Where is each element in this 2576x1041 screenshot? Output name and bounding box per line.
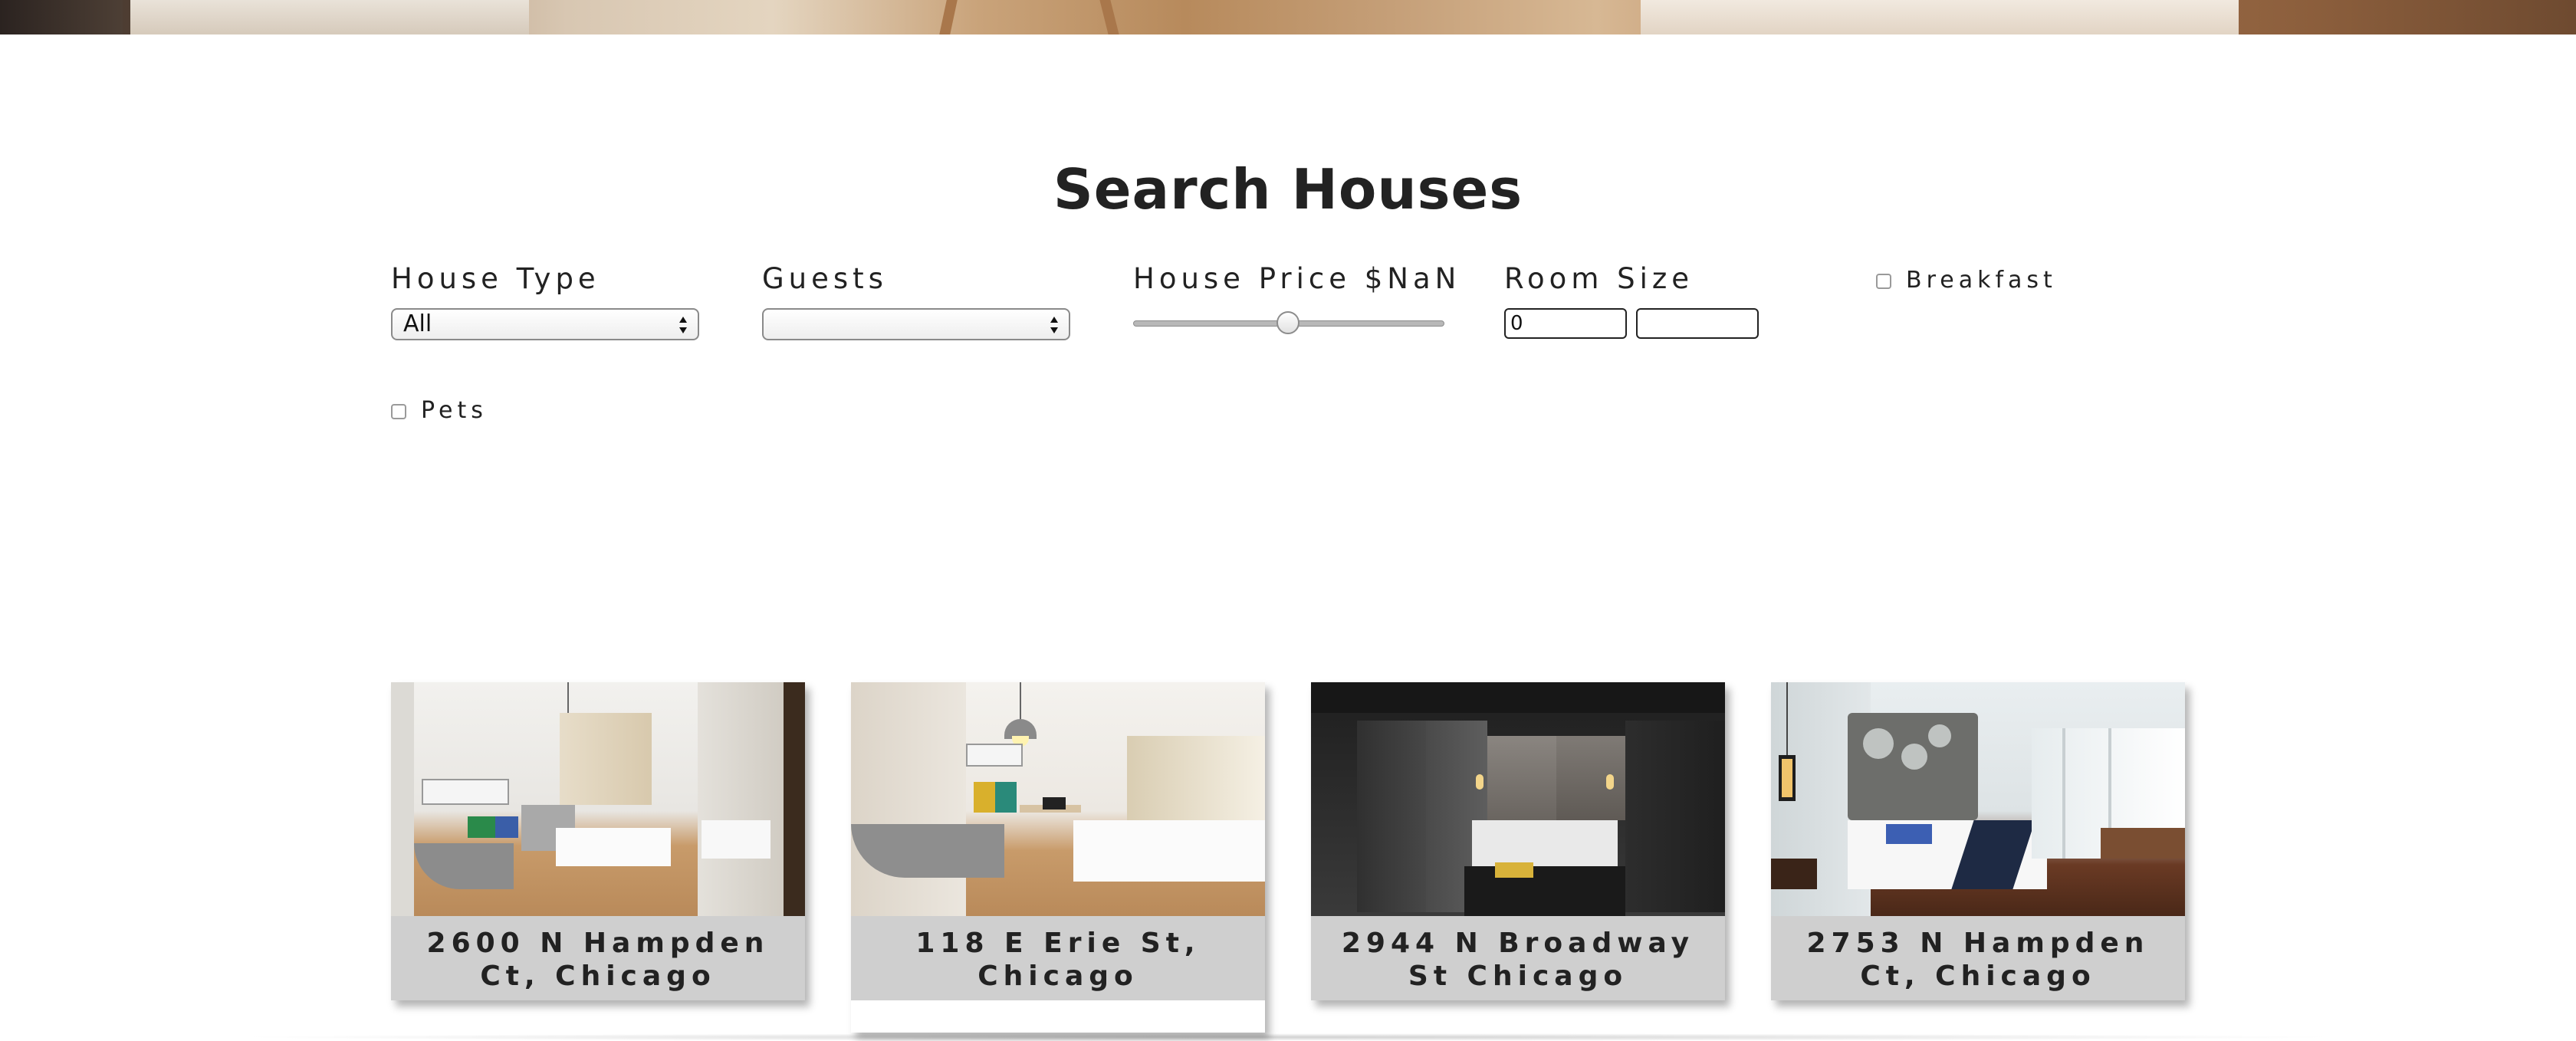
pets-checkbox[interactable] (391, 404, 406, 419)
price-slider-thumb[interactable] (1276, 311, 1300, 334)
guests-label: Guests (762, 262, 888, 295)
room-address: 2944 N Broadway St Chicago (1311, 916, 1725, 1000)
select-arrows-icon (679, 317, 687, 333)
breakfast-checkbox[interactable] (1876, 274, 1891, 289)
room-address: 2753 N Hampden Ct, Chicago (1771, 916, 2185, 1000)
room-size-max-input[interactable] (1636, 308, 1759, 339)
breakfast-label: Breakfast (1906, 267, 2057, 294)
room-card[interactable]: 2944 N Broadway St Chicago (1311, 682, 1725, 1000)
house-type-filter: House Type (391, 262, 600, 296)
room-photo (1311, 682, 1725, 916)
house-type-selected: All (403, 310, 432, 337)
select-arrows-icon (1050, 317, 1058, 333)
price-filter: House Price $NaN (1133, 262, 1460, 296)
room-card[interactable]: 2600 N Hampden Ct, Chicago (391, 682, 805, 1000)
room-address: 118 E Erie St, Chicago (851, 916, 1265, 1000)
room-card[interactable]: 118 E Erie St, Chicago (851, 682, 1265, 1033)
house-type-select[interactable]: All (391, 308, 699, 340)
guests-select[interactable] (762, 308, 1070, 340)
room-size-label: Room Size (1504, 262, 1694, 295)
room-photo (1771, 682, 2185, 916)
guests-filter: Guests (762, 262, 888, 296)
price-label: House Price $NaN (1133, 262, 1461, 295)
pets-label: Pets (421, 397, 488, 424)
room-address: 2600 N Hampden Ct, Chicago (391, 916, 805, 1000)
house-type-label: House Type (391, 262, 600, 295)
page-bottom-shadow (230, 1033, 2346, 1041)
room-card[interactable]: 2753 N Hampden Ct, Chicago (1771, 682, 2185, 1000)
hero-image (0, 0, 2576, 34)
room-photo (851, 682, 1265, 916)
room-size-filter: Room Size (1504, 262, 1694, 296)
room-size-min-input[interactable] (1504, 308, 1627, 339)
page-title: Search Houses (1053, 157, 1523, 222)
room-photo (391, 682, 805, 916)
